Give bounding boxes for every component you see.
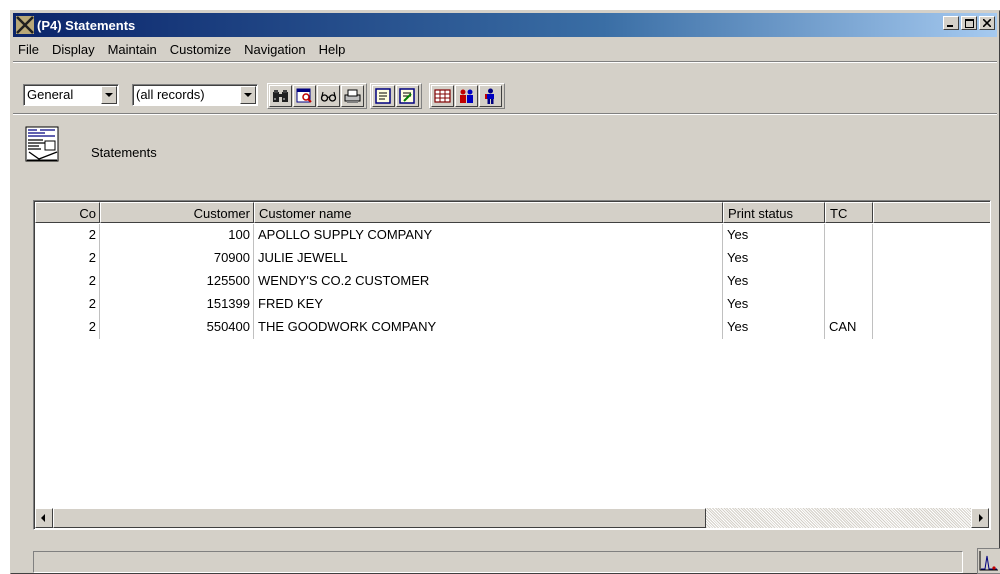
grid-view-icon	[434, 89, 451, 103]
form-title: Statements	[91, 145, 157, 160]
cell-co[interactable]: 2	[35, 316, 100, 339]
horizontal-scrollbar[interactable]	[35, 508, 989, 528]
cell-customer-name[interactable]: JULIE JEWELL	[254, 247, 723, 270]
filter-select[interactable]: (all records)	[132, 84, 258, 106]
detail-view-button[interactable]	[293, 85, 316, 107]
find-button[interactable]	[269, 85, 292, 107]
cell-tc[interactable]	[825, 270, 873, 293]
table-row[interactable]: 2 100 APOLLO SUPPLY COMPANY Yes	[35, 224, 873, 247]
cell-co[interactable]: 2	[35, 270, 100, 293]
cell-print-status[interactable]: Yes	[723, 224, 825, 247]
preview-button[interactable]	[317, 85, 340, 107]
column-header-print-status[interactable]: Print status	[723, 202, 825, 223]
statement-document-icon	[25, 126, 59, 162]
notes-button[interactable]	[372, 85, 395, 107]
activity-graph-icon[interactable]	[977, 548, 1000, 574]
table-row[interactable]: 2 151399 FRED KEY Yes	[35, 293, 873, 316]
column-header-tc[interactable]: TC	[825, 202, 873, 223]
find-binoculars-icon	[273, 90, 288, 102]
people-icon	[460, 89, 473, 103]
toolbar-group-notes	[370, 83, 422, 109]
menu-navigation[interactable]: Navigation	[238, 42, 312, 57]
cell-print-status[interactable]: Yes	[723, 316, 825, 339]
cell-tc[interactable]: CAN	[825, 316, 873, 339]
cell-co[interactable]: 2	[35, 293, 100, 316]
close-icon	[983, 19, 991, 27]
cell-customer[interactable]: 151399	[100, 293, 254, 316]
notes-icon	[375, 88, 391, 104]
grid-view-button[interactable]	[431, 85, 454, 107]
detail-view-icon	[296, 88, 312, 103]
maximize-button[interactable]	[961, 16, 977, 30]
title-bar[interactable]: (P4) Statements	[13, 13, 997, 37]
app-icon	[16, 16, 34, 34]
column-header-customer-name[interactable]: Customer name	[254, 202, 723, 223]
cell-co[interactable]: 2	[35, 247, 100, 270]
statements-grid[interactable]: Co Customer Customer name Print status T…	[33, 200, 991, 530]
cell-customer[interactable]: 125500	[100, 270, 254, 293]
application-window: (P4) Statements File Display Maintain Cu…	[10, 10, 1000, 574]
column-header-empty	[873, 202, 990, 223]
cell-print-status[interactable]: Yes	[723, 247, 825, 270]
column-header-co[interactable]: Co	[35, 202, 100, 223]
window-title: (P4) Statements	[37, 17, 136, 33]
status-bar-field	[33, 551, 963, 573]
cell-customer-name[interactable]: APOLLO SUPPLY COMPANY	[254, 224, 723, 247]
menu-display[interactable]: Display	[46, 42, 102, 57]
menu-bar: File Display Maintain Customize Navigati…	[13, 39, 352, 59]
filter-select-value: (all records)	[136, 87, 205, 102]
cell-customer-name[interactable]: FRED KEY	[254, 293, 723, 316]
grid-header: Co Customer Customer name Print status T…	[35, 202, 990, 223]
column-header-customer[interactable]: Customer	[100, 202, 254, 223]
table-row[interactable]: 2 550400 THE GOODWORK COMPANY Yes CAN	[35, 316, 873, 339]
cell-tc[interactable]	[825, 224, 873, 247]
view-select[interactable]: General	[23, 84, 119, 106]
table-row[interactable]: 2 70900 JULIE JEWELL Yes	[35, 247, 873, 270]
menu-help[interactable]: Help	[313, 42, 353, 57]
filter-select-dropdown-icon[interactable]	[240, 86, 256, 104]
scroll-left-arrow-icon[interactable]	[35, 508, 53, 528]
scrollbar-thumb[interactable]	[53, 508, 706, 528]
cell-co[interactable]: 2	[35, 224, 100, 247]
table-row[interactable]: 2 125500 WENDY'S CO.2 CUSTOMER Yes	[35, 270, 873, 293]
minimize-icon	[947, 25, 953, 27]
people-button[interactable]	[455, 85, 478, 107]
view-select-dropdown-icon[interactable]	[101, 86, 117, 104]
cell-print-status[interactable]: Yes	[723, 270, 825, 293]
preview-glasses-icon	[320, 91, 337, 102]
menu-maintain[interactable]: Maintain	[102, 42, 164, 57]
close-button[interactable]	[979, 16, 995, 30]
cell-customer-name[interactable]: THE GOODWORK COMPANY	[254, 316, 723, 339]
cell-customer[interactable]: 100	[100, 224, 254, 247]
toolbar-group-view	[267, 83, 367, 109]
cell-tc[interactable]	[825, 293, 873, 316]
edit-notes-button[interactable]	[396, 85, 419, 107]
cell-customer-name[interactable]: WENDY'S CO.2 CUSTOMER	[254, 270, 723, 293]
menu-customize[interactable]: Customize	[164, 42, 238, 57]
cell-customer[interactable]: 550400	[100, 316, 254, 339]
view-select-value: General	[27, 87, 74, 102]
minimize-button[interactable]	[943, 16, 959, 30]
cell-tc[interactable]	[825, 247, 873, 270]
person-icon	[485, 88, 494, 104]
grid-rows: 2 100 APOLLO SUPPLY COMPANY Yes 2 70900 …	[35, 224, 873, 339]
toolbar-divider	[13, 113, 997, 115]
scroll-right-arrow-icon[interactable]	[971, 508, 989, 528]
print-icon	[344, 89, 361, 103]
toolbar-group-people	[429, 83, 505, 109]
menu-file[interactable]: File	[13, 42, 46, 57]
edit-notes-icon	[399, 88, 415, 104]
cell-customer[interactable]: 70900	[100, 247, 254, 270]
maximize-icon	[964, 18, 974, 28]
person-button[interactable]	[479, 85, 502, 107]
menu-divider	[13, 61, 997, 63]
cell-print-status[interactable]: Yes	[723, 293, 825, 316]
print-button[interactable]	[341, 85, 364, 107]
